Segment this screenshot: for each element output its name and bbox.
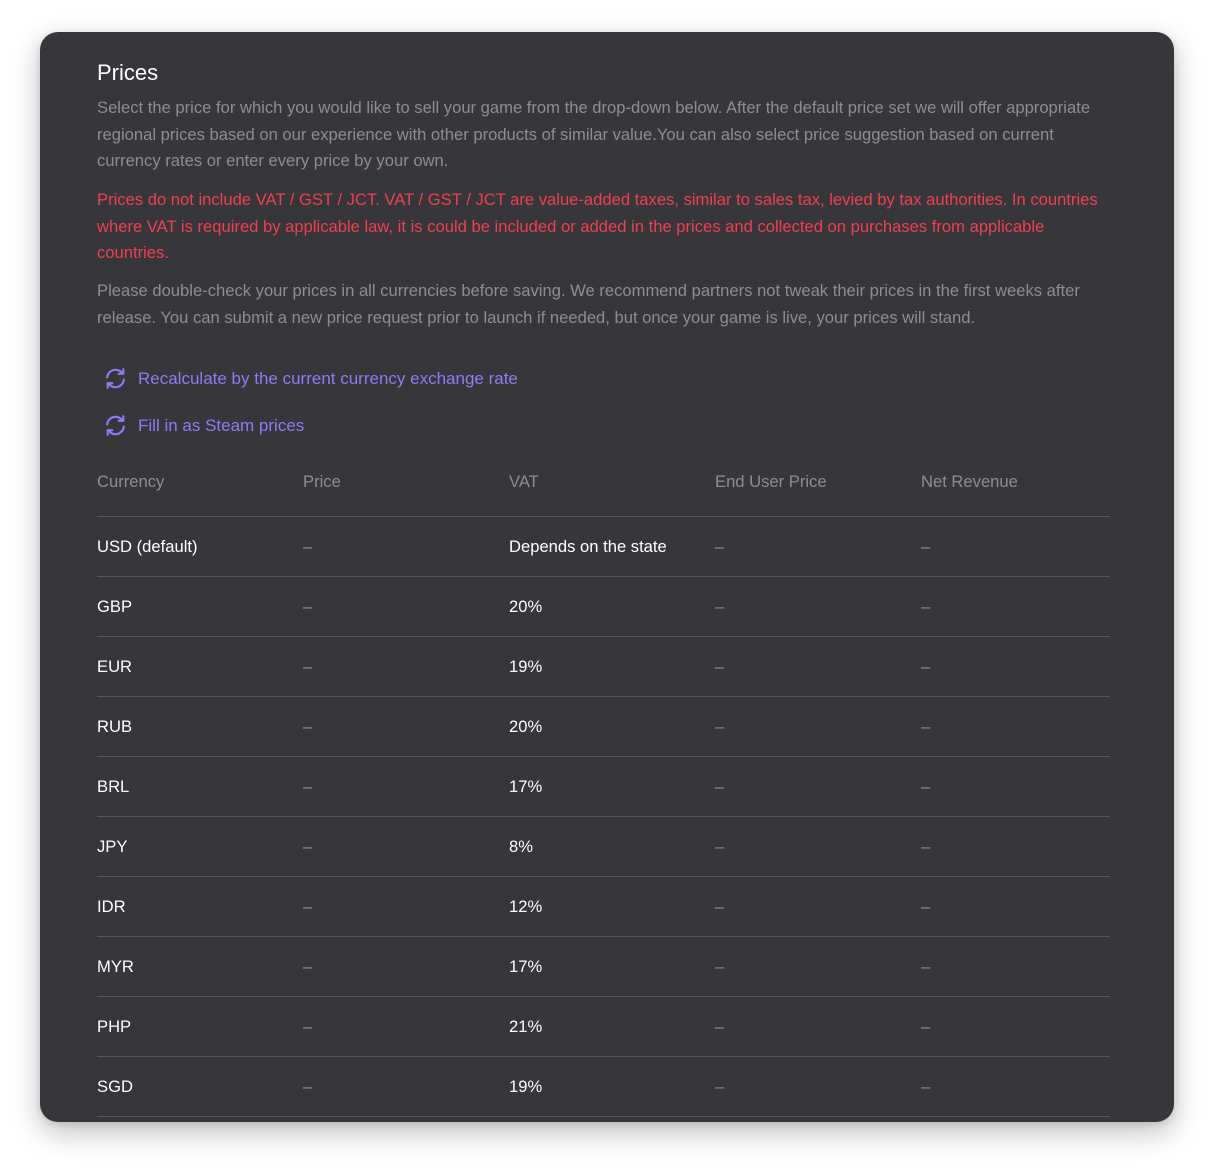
price-notice: Please double-check your prices in all c… — [97, 281, 1080, 327]
column-header-price: Price — [303, 472, 509, 517]
net-revenue-cell: – — [921, 636, 1110, 697]
price-cell[interactable]: – — [303, 576, 509, 637]
refresh-icon — [103, 413, 128, 438]
currency-cell: IDR — [97, 876, 303, 937]
table-row: JPY – 8% – – — [97, 816, 1110, 877]
price-cell[interactable]: – — [303, 756, 509, 817]
column-header-net-revenue: Net Revenue — [921, 472, 1110, 517]
net-revenue-cell: – — [921, 1056, 1110, 1117]
column-header-end-user-price: End User Price — [715, 472, 921, 517]
section-title: Prices — [97, 60, 159, 85]
currency-cell: USD (default) — [97, 516, 303, 577]
price-cell[interactable]: – — [303, 696, 509, 757]
table-row: SGD – 19% – – — [97, 1056, 1110, 1117]
net-revenue-cell: – — [921, 876, 1110, 937]
end-user-price-cell: – — [715, 816, 921, 877]
vat-cell: 12% — [509, 876, 715, 937]
table-row: EUR – 19% – – — [97, 636, 1110, 697]
prices-card: Prices Select the price for which you wo… — [40, 32, 1174, 1122]
net-revenue-cell: – — [921, 996, 1110, 1057]
end-user-price-cell: – — [715, 516, 921, 577]
table-row: IDR – 12% – – — [97, 876, 1110, 937]
currency-cell: MYR — [97, 936, 303, 997]
price-cell[interactable]: – — [303, 876, 509, 937]
price-cell[interactable]: – — [303, 996, 509, 1057]
currency-cell: PHP — [97, 996, 303, 1057]
net-revenue-cell: – — [921, 816, 1110, 877]
table-row: RUB – 20% – – — [97, 696, 1110, 757]
recalculate-exchange-rate-button[interactable]: Recalculate by the current currency exch… — [103, 366, 518, 391]
prices-table: Currency Price VAT End User Price Net Re… — [97, 472, 1110, 1117]
price-cell[interactable]: – — [303, 816, 509, 877]
price-cell[interactable]: – — [303, 1056, 509, 1117]
currency-cell: EUR — [97, 636, 303, 697]
net-revenue-cell: – — [921, 936, 1110, 997]
price-cell[interactable]: – — [303, 636, 509, 697]
net-revenue-cell: – — [921, 516, 1110, 577]
end-user-price-cell: – — [715, 1056, 921, 1117]
currency-cell: GBP — [97, 576, 303, 637]
end-user-price-cell: – — [715, 936, 921, 997]
vat-cell: 20% — [509, 576, 715, 637]
price-cell[interactable]: – — [303, 516, 509, 577]
vat-cell: 17% — [509, 936, 715, 997]
table-row: MYR – 17% – – — [97, 936, 1110, 997]
vat-cell: Depends on the state — [509, 516, 715, 577]
price-description: Select the price for which you would lik… — [97, 98, 1091, 170]
vat-cell: 19% — [509, 1056, 715, 1117]
table-row: BRL – 17% – – — [97, 756, 1110, 817]
currency-cell: RUB — [97, 696, 303, 757]
currency-cell: SGD — [97, 1056, 303, 1117]
net-revenue-cell: – — [921, 756, 1110, 817]
table-header-row: Currency Price VAT End User Price Net Re… — [97, 472, 1110, 517]
column-header-currency: Currency — [97, 472, 303, 517]
table-row: GBP – 20% – – — [97, 576, 1110, 637]
end-user-price-cell: – — [715, 756, 921, 817]
net-revenue-cell: – — [921, 696, 1110, 757]
net-revenue-cell: – — [921, 576, 1110, 637]
vat-warning: Prices do not include VAT / GST / JCT. V… — [97, 190, 1098, 262]
steam-prices-label: Fill in as Steam prices — [138, 415, 305, 435]
vat-cell: 20% — [509, 696, 715, 757]
end-user-price-cell: – — [715, 696, 921, 757]
table-row: PHP – 21% – – — [97, 996, 1110, 1057]
vat-cell: 17% — [509, 756, 715, 817]
column-header-vat: VAT — [509, 472, 715, 517]
price-cell[interactable]: – — [303, 936, 509, 997]
vat-cell: 19% — [509, 636, 715, 697]
refresh-icon — [103, 366, 128, 391]
recalculate-label: Recalculate by the current currency exch… — [138, 368, 518, 388]
fill-steam-prices-button[interactable]: Fill in as Steam prices — [103, 413, 304, 438]
end-user-price-cell: – — [715, 876, 921, 937]
table-row: USD (default) – Depends on the state – – — [97, 516, 1110, 577]
vat-cell: 8% — [509, 816, 715, 877]
end-user-price-cell: – — [715, 636, 921, 697]
end-user-price-cell: – — [715, 996, 921, 1057]
end-user-price-cell: – — [715, 576, 921, 637]
vat-cell: 21% — [509, 996, 715, 1057]
currency-cell: JPY — [97, 816, 303, 877]
currency-cell: BRL — [97, 756, 303, 817]
